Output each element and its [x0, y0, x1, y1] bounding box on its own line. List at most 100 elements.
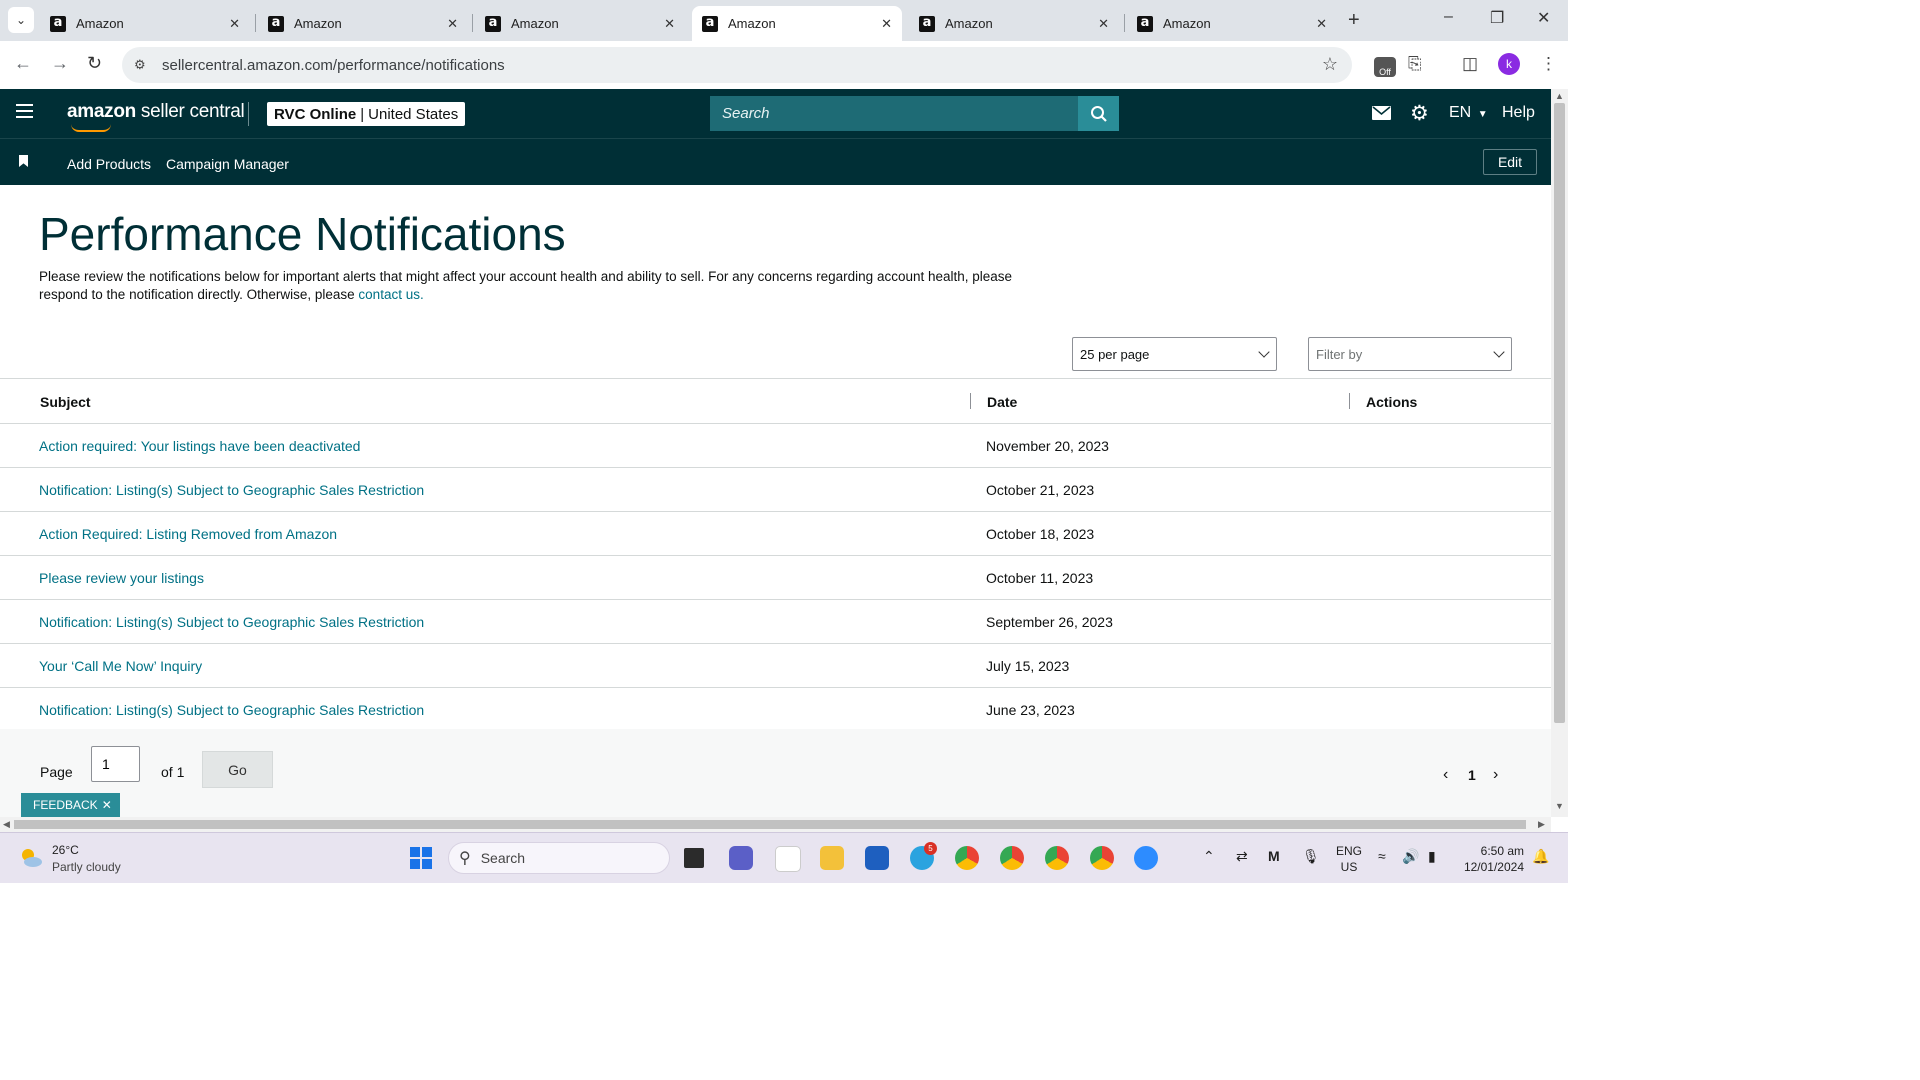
notification-subject-link[interactable]: Notification: Listing(s) Subject to Geog… [39, 614, 424, 630]
vertical-scrollbar[interactable]: ▲ ▼ [1551, 89, 1568, 817]
taskbar-search-box[interactable]: ⚲ Search [448, 842, 670, 874]
input-language-indicator[interactable]: ENG US [1336, 843, 1362, 875]
back-arrow-icon[interactable]: ← [14, 53, 32, 74]
tray-gmail-icon[interactable]: M [1268, 848, 1280, 864]
browser-tab[interactable]: a Amazon ✕ [1127, 6, 1337, 41]
nav-link-campaign-manager[interactable]: Campaign Manager [166, 156, 289, 172]
extension-off-icon[interactable]: Off [1374, 57, 1396, 77]
vertical-scroll-thumb[interactable] [1554, 103, 1565, 723]
language-selector[interactable]: EN ▼ [1449, 104, 1488, 122]
tab-close-icon[interactable]: ✕ [447, 16, 458, 32]
chevron-left-icon[interactable]: ‹ [1443, 766, 1448, 784]
address-bar[interactable]: ⚙ sellercentral.amazon.com/performance/n… [122, 47, 1352, 83]
column-header-subject[interactable]: Subject [40, 394, 91, 410]
gmail-icon[interactable] [775, 846, 801, 872]
tray-app-icon[interactable]: ⇄ [1236, 848, 1248, 865]
per-page-select[interactable]: 25 per page [1072, 337, 1277, 371]
side-panel-icon[interactable]: ◫ [1462, 54, 1478, 74]
bookmark-star-icon[interactable]: ☆ [1322, 54, 1338, 75]
tab-close-icon[interactable]: ✕ [1098, 16, 1109, 32]
partly-cloudy-weather-icon[interactable] [18, 845, 44, 871]
extensions-puzzle-icon[interactable]: ⎘ [1408, 54, 1422, 74]
browser-tab[interactable]: a Amazon ✕ [475, 6, 685, 41]
scroll-up-icon[interactable]: ▲ [1555, 91, 1564, 101]
settings-gear-icon[interactable]: ⚙ [1410, 101, 1429, 126]
go-button[interactable]: Go [202, 751, 273, 788]
current-page-number[interactable]: 1 [1468, 767, 1476, 783]
tab-close-icon[interactable]: ✕ [881, 16, 892, 32]
chevron-up-icon[interactable]: ⌃ [1203, 848, 1215, 865]
nav-link-add-products[interactable]: Add Products [67, 156, 151, 172]
notification-subject-link[interactable]: Action required: Your listings have been… [39, 438, 360, 454]
filter-select[interactable]: Filter by [1308, 337, 1512, 371]
notification-subject-link[interactable]: Notification: Listing(s) Subject to Geog… [39, 702, 424, 718]
chrome-icon[interactable] [955, 846, 979, 870]
notification-subject-link[interactable]: Please review your listings [39, 570, 204, 586]
help-link[interactable]: Help [1502, 104, 1535, 122]
site-settings-icon[interactable]: ⚙ [134, 57, 152, 73]
horizontal-scrollbar[interactable]: ◀ ▶ [0, 817, 1551, 832]
system-clock[interactable]: 6:50 am 12/01/2024 [1460, 843, 1524, 875]
feedback-tab[interactable]: FEEDBACK ✕ [21, 793, 120, 817]
tab-close-icon[interactable]: ✕ [664, 16, 675, 32]
microphone-icon[interactable]: 🎙 [1302, 848, 1320, 865]
browser-tab-active[interactable]: a Amazon ✕ [692, 6, 902, 41]
profile-avatar[interactable]: k [1498, 53, 1520, 75]
intro-text: Please review the notifications below fo… [39, 268, 1029, 304]
hamburger-menu-icon[interactable] [16, 104, 33, 122]
scroll-down-icon[interactable]: ▼ [1555, 801, 1564, 811]
column-header-date[interactable]: Date [987, 394, 1017, 410]
amazon-favicon-icon: a [1137, 15, 1153, 32]
mail-icon[interactable] [1372, 106, 1391, 120]
browser-tab[interactable]: a Amazon ✕ [909, 6, 1119, 41]
notification-subject-link[interactable]: Notification: Listing(s) Subject to Geog… [39, 482, 424, 498]
zoom-icon[interactable] [1134, 846, 1158, 870]
notification-subject-link[interactable]: Action Required: Listing Removed from Am… [39, 526, 337, 542]
notification-subject-link[interactable]: Your ‘Call Me Now’ Inquiry [39, 658, 202, 674]
window-close-icon[interactable]: ✕ [1537, 8, 1550, 28]
chrome-profile-icon[interactable] [1045, 846, 1069, 870]
chevron-right-icon[interactable]: › [1493, 766, 1498, 784]
horizontal-scroll-thumb[interactable] [14, 820, 1526, 829]
volume-icon[interactable]: 🔊 [1402, 848, 1419, 865]
url-text[interactable]: sellercentral.amazon.com/performance/not… [162, 57, 505, 74]
browser-tab[interactable]: a Amazon ✕ [258, 6, 468, 41]
windows-start-icon[interactable] [410, 847, 432, 869]
weather-description[interactable]: Partly cloudy [52, 860, 121, 874]
microsoft-store-icon[interactable] [865, 846, 889, 870]
restore-icon[interactable]: ❐ [1490, 8, 1504, 28]
new-tab-plus-icon[interactable]: + [1348, 9, 1360, 32]
minimize-icon[interactable]: – [1444, 8, 1453, 26]
search-input[interactable] [720, 104, 1064, 123]
table-row: Please review your listings October 11, … [0, 556, 1551, 600]
browser-tab[interactable]: a Amazon ✕ [40, 6, 250, 41]
tab-close-icon[interactable]: ✕ [1316, 16, 1327, 32]
forward-arrow-icon[interactable]: → [51, 53, 69, 74]
scroll-left-icon[interactable]: ◀ [3, 819, 10, 830]
chrome-profile-icon[interactable] [1000, 846, 1024, 870]
scroll-right-icon[interactable]: ▶ [1538, 819, 1545, 830]
telegram-badge: 5 [924, 842, 937, 855]
reload-icon[interactable]: ↻ [87, 53, 102, 74]
notifications-bell-icon[interactable]: 🔔 [1532, 848, 1549, 865]
notification-date: October 21, 2023 [986, 482, 1095, 498]
account-switcher[interactable]: RVC Online | United States [267, 102, 466, 126]
contact-us-link[interactable]: contact us. [358, 287, 423, 302]
battery-icon[interactable]: ▮ [1428, 848, 1436, 865]
teams-icon[interactable] [729, 846, 753, 870]
seller-central-logo[interactable]: amazon seller central [67, 101, 245, 132]
tab-close-icon[interactable]: ✕ [229, 16, 240, 32]
task-view-icon[interactable] [684, 848, 704, 868]
file-explorer-icon[interactable] [820, 846, 844, 870]
wifi-icon[interactable]: ≈ [1378, 848, 1386, 864]
search-button[interactable] [1078, 96, 1119, 131]
tab-search-chevron-icon[interactable]: ⌄ [8, 7, 34, 33]
notifications-table: Subject Date Actions Action required: Yo… [0, 378, 1551, 732]
browser-menu-icon[interactable]: ⋮ [1540, 54, 1557, 74]
bookmark-icon[interactable] [19, 155, 28, 167]
edit-button[interactable]: Edit [1483, 149, 1537, 175]
chrome-profile-icon[interactable] [1090, 846, 1114, 870]
close-icon[interactable]: ✕ [102, 798, 112, 812]
page-number-input[interactable] [91, 746, 140, 782]
weather-temperature[interactable]: 26°C [52, 843, 79, 857]
